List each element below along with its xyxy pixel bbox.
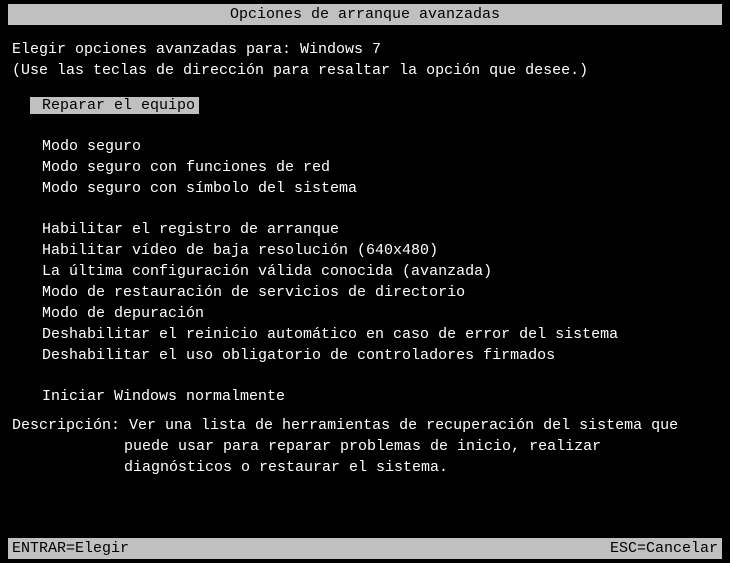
instruction-line: (Use las teclas de dirección para resalt… (12, 62, 718, 79)
description-text: Ver una lista de herramientas de recuper… (129, 417, 678, 434)
menu-item-label: Habilitar vídeo de baja resolución (640x… (42, 242, 438, 259)
group-spacer (30, 201, 718, 221)
menu-item-safe-mode[interactable]: Modo seguro (30, 138, 718, 155)
menu-item-disable-auto-restart[interactable]: Deshabilitar el reinicio automático en c… (30, 326, 718, 343)
menu-item-label: Modo seguro con funciones de red (42, 159, 330, 176)
title-bar: Opciones de arranque avanzadas (8, 4, 722, 25)
description-line2: puede usar para reparar problemas de ini… (12, 438, 718, 455)
prompt-line: Elegir opciones avanzadas para: Windows … (12, 41, 718, 58)
menu-item-safe-mode-network[interactable]: Modo seguro con funciones de red (30, 159, 718, 176)
description-line3: diagnósticos o restaurar el sistema. (12, 459, 718, 476)
menu-item-label: Modo seguro (42, 138, 141, 155)
menu-item-low-res-video[interactable]: Habilitar vídeo de baja resolución (640x… (30, 242, 718, 259)
menu-item-label: Habilitar el registro de arranque (42, 221, 339, 238)
menu-item-safe-mode-command[interactable]: Modo seguro con símbolo del sistema (30, 180, 718, 197)
menu-item-label: La última configuración válida conocida … (42, 263, 492, 280)
footer-esc-hint: ESC=Cancelar (610, 540, 718, 557)
menu-item-label: Iniciar Windows normalmente (42, 388, 285, 405)
menu-item-label: Modo de restauración de servicios de dir… (42, 284, 465, 301)
title-text: Opciones de arranque avanzadas (230, 6, 500, 23)
menu-item-label: Modo de depuración (42, 305, 204, 322)
menu-item-disable-driver-signing[interactable]: Deshabilitar el uso obligatorio de contr… (30, 347, 718, 364)
menu-item-last-known-good[interactable]: La última configuración válida conocida … (30, 263, 718, 280)
menu-item-debug-mode[interactable]: Modo de depuración (30, 305, 718, 322)
os-name: Windows 7 (300, 41, 381, 58)
menu-item-label: Reparar el equipo (30, 97, 199, 114)
group-spacer (30, 118, 718, 138)
menu-item-boot-logging[interactable]: Habilitar el registro de arranque (30, 221, 718, 238)
menu-item-label: Deshabilitar el uso obligatorio de contr… (42, 347, 555, 364)
menu-item-label: Modo seguro con símbolo del sistema (42, 180, 357, 197)
menu-item-start-normally[interactable]: Iniciar Windows normalmente (30, 388, 718, 405)
group-spacer (30, 368, 718, 388)
menu-item-directory-restore[interactable]: Modo de restauración de servicios de dir… (30, 284, 718, 301)
prompt-prefix: Elegir opciones avanzadas para: (12, 41, 300, 58)
description-label: Descripción: (12, 417, 129, 434)
description-block: Descripción: Ver una lista de herramient… (0, 409, 730, 484)
footer-enter-hint: ENTRAR=Elegir (12, 540, 129, 557)
menu-item-repair[interactable]: Reparar el equipo (30, 97, 718, 118)
boot-menu: Reparar el equipo Modo seguro Modo segur… (12, 97, 718, 405)
menu-item-label: Deshabilitar el reinicio automático en c… (42, 326, 618, 343)
footer-bar: ENTRAR=Elegir ESC=Cancelar (8, 538, 722, 559)
content-area: Elegir opciones avanzadas para: Windows … (0, 25, 730, 405)
